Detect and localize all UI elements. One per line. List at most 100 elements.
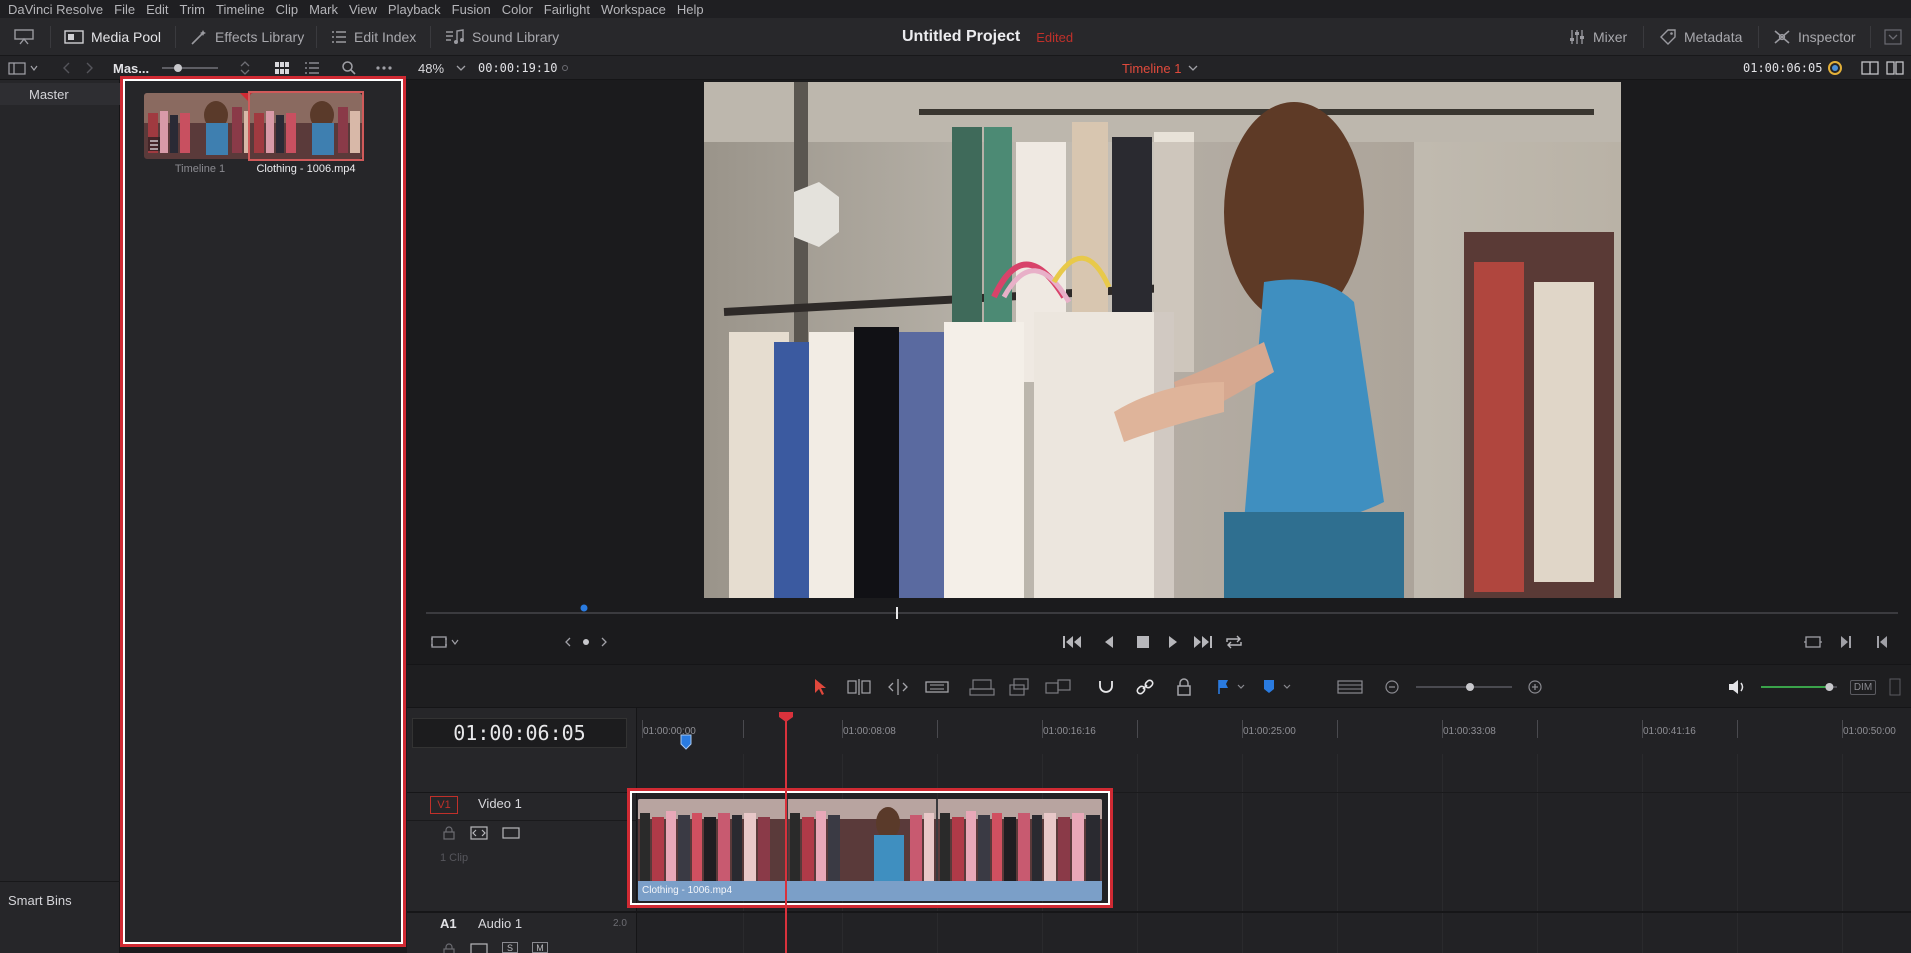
zoom-out-icon[interactable] xyxy=(1382,665,1402,709)
nav-back-icon[interactable] xyxy=(62,56,72,80)
audio-track-lock-icon[interactable] xyxy=(442,942,456,953)
workspace-toggle-icon[interactable] xyxy=(14,18,34,56)
mixer-button[interactable]: Mixer xyxy=(1568,18,1627,56)
menu-color[interactable]: Color xyxy=(502,2,533,17)
solo-button[interactable]: S xyxy=(502,942,518,953)
timeline-name: Timeline 1 xyxy=(1122,60,1182,76)
menu-trim[interactable]: Trim xyxy=(180,2,206,17)
video-track-name[interactable]: Video 1 xyxy=(478,796,522,811)
marker-dropdown[interactable] xyxy=(1259,665,1299,709)
source-timecode[interactable]: 00:00:19:10 xyxy=(478,56,557,80)
audio-track-name[interactable]: Audio 1 xyxy=(478,916,522,931)
magic-wand-icon xyxy=(191,30,206,45)
ruler-label: 01:00:16:16 xyxy=(1043,726,1096,737)
flag-dropdown[interactable] xyxy=(1213,665,1253,709)
in-point-marker[interactable] xyxy=(579,603,589,613)
prev-edit-icon[interactable] xyxy=(1868,628,1896,656)
dynamic-trim-icon[interactable] xyxy=(883,665,913,709)
menu-workspace[interactable]: Workspace xyxy=(601,2,666,17)
panel-collapse-icon[interactable] xyxy=(1884,18,1902,56)
auto-select-icon[interactable] xyxy=(470,826,488,843)
bin-master[interactable]: Master xyxy=(0,83,120,105)
loop-icon[interactable] xyxy=(1220,628,1248,656)
stop-icon[interactable] xyxy=(1129,628,1157,656)
video-track-id[interactable]: V1 xyxy=(430,796,458,814)
timeline-video-clip[interactable]: Clothing - 1006.mp4 xyxy=(627,788,1113,908)
blade-tool-icon[interactable] xyxy=(922,665,952,709)
effects-library-label: Effects Library xyxy=(215,29,305,45)
edit-index-button[interactable]: Edit Index xyxy=(331,18,416,56)
ruler-label: 01:00:25:00 xyxy=(1243,726,1296,737)
menu-help[interactable]: Help xyxy=(677,2,704,17)
video-track-lock-icon[interactable] xyxy=(442,826,456,843)
linked-selection-icon[interactable] xyxy=(1130,665,1160,709)
play-icon[interactable] xyxy=(1159,628,1187,656)
media-pool-clip-timeline[interactable] xyxy=(144,93,256,159)
timeline-playhead[interactable] xyxy=(785,712,787,953)
nav-forward-icon[interactable] xyxy=(84,56,94,80)
play-reverse-icon[interactable] xyxy=(1095,628,1123,656)
list-icon xyxy=(332,31,346,43)
mixer-label: Mixer xyxy=(1593,29,1628,45)
media-pool-panel: Timeline 1 Clothing - 1006.mp4 xyxy=(120,76,406,947)
viewer-frame[interactable] xyxy=(704,82,1621,598)
viewer-scrub-bar[interactable] xyxy=(426,612,1898,614)
menu-edit[interactable]: Edit xyxy=(146,2,168,17)
timeline-timecode[interactable]: 01:00:06:05 xyxy=(412,718,627,748)
zoom-in-icon[interactable] xyxy=(1525,665,1545,709)
match-frame-icon[interactable] xyxy=(1799,628,1827,656)
speaker-icon[interactable] xyxy=(1724,665,1750,709)
project-title: Untitled Project xyxy=(902,28,1021,45)
scrub-playhead[interactable] xyxy=(896,607,898,619)
record-timecode[interactable]: 01:00:06:05 xyxy=(1743,56,1822,80)
viewer-zoom-dropdown[interactable]: 48% xyxy=(418,56,466,80)
volume-slider[interactable] xyxy=(1759,665,1839,709)
timeline-marker-icon[interactable] xyxy=(680,734,692,750)
next-edit-icon[interactable] xyxy=(1832,628,1860,656)
menu-timeline[interactable]: Timeline xyxy=(216,2,265,17)
viewer-overlay-icon[interactable] xyxy=(427,628,463,656)
go-to-start-icon[interactable] xyxy=(1058,628,1086,656)
metadata-button[interactable]: Metadata xyxy=(1659,18,1742,56)
go-to-end-icon[interactable] xyxy=(1189,628,1217,656)
inspector-button[interactable]: Inspector xyxy=(1773,18,1856,56)
dim-button[interactable]: DIM xyxy=(1848,665,1878,709)
position-lock-icon[interactable] xyxy=(1169,665,1199,709)
selection-tool-icon[interactable] xyxy=(805,665,835,709)
transport-controls xyxy=(407,628,1911,656)
timeline-zoom-slider[interactable] xyxy=(1407,665,1521,709)
media-pool-clip-clothing[interactable] xyxy=(250,93,362,159)
insert-clip-icon[interactable] xyxy=(967,665,997,709)
audio-track-lane[interactable] xyxy=(637,911,1911,953)
menu-file[interactable]: File xyxy=(114,2,135,17)
overwrite-clip-icon[interactable] xyxy=(1005,665,1035,709)
timeline-view-options-icon[interactable] xyxy=(1335,665,1365,709)
track-enable-icon[interactable] xyxy=(502,826,520,843)
effects-library-button[interactable]: Effects Library xyxy=(190,18,304,56)
menu-mark[interactable]: Mark xyxy=(309,2,338,17)
menu-fairlight[interactable]: Fairlight xyxy=(544,2,590,17)
timeline-ruler[interactable]: 01:00:00:00 01:00:08:08 01:00:16:16 01:0… xyxy=(637,714,1911,754)
audio-auto-select-icon[interactable] xyxy=(470,942,488,953)
media-pool-button[interactable]: Media Pool xyxy=(64,18,161,56)
sound-library-button[interactable]: Sound Library xyxy=(445,18,559,56)
clip-name-clothing: Clothing - 1006.mp4 xyxy=(256,163,356,175)
dual-viewer-icon[interactable] xyxy=(1886,56,1904,80)
menu-view[interactable]: View xyxy=(349,2,377,17)
smart-bins-header[interactable]: Smart Bins xyxy=(0,881,120,919)
menu-clip[interactable]: Clip xyxy=(276,2,298,17)
menu-bar: DaVinci Resolve File Edit Trim Timeline … xyxy=(0,0,1911,18)
mute-button[interactable]: M xyxy=(532,942,548,953)
color-wheel-icon[interactable] xyxy=(1827,56,1843,80)
trim-tool-icon[interactable] xyxy=(844,665,874,709)
sidebar-toggle-icon[interactable] xyxy=(8,56,40,80)
jog-control[interactable] xyxy=(564,628,608,656)
replace-clip-icon[interactable] xyxy=(1043,665,1073,709)
timeline-selector[interactable]: Timeline 1 xyxy=(1122,56,1198,80)
single-viewer-icon[interactable] xyxy=(1861,56,1879,80)
menu-app[interactable]: DaVinci Resolve xyxy=(8,2,103,17)
menu-fusion[interactable]: Fusion xyxy=(452,2,491,17)
snapping-icon[interactable] xyxy=(1091,665,1121,709)
menu-playback[interactable]: Playback xyxy=(388,2,441,17)
audio-track-id[interactable]: A1 xyxy=(440,916,457,931)
